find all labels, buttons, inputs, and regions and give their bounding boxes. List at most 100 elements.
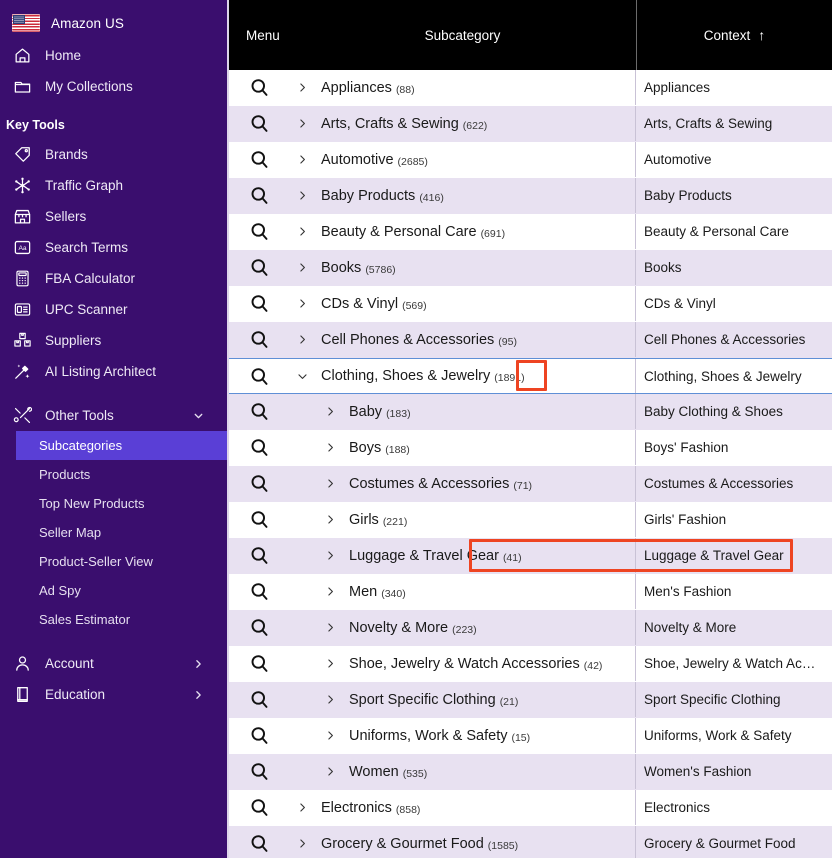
row-search-icon[interactable] <box>229 646 289 681</box>
row-search-icon[interactable] <box>229 538 289 573</box>
row-search-icon[interactable] <box>229 826 289 858</box>
chevron-right-icon[interactable] <box>317 765 343 778</box>
row-search-icon[interactable] <box>229 106 289 141</box>
sidebar-item-seller-map[interactable]: Seller Map <box>0 518 227 547</box>
sidebar-subitem-label: Seller Map <box>39 525 102 540</box>
row-search-icon[interactable] <box>229 574 289 609</box>
row-search-icon[interactable] <box>229 286 289 321</box>
table-row[interactable]: CDs & Vinyl (569) CDs & Vinyl <box>229 286 832 322</box>
row-search-icon[interactable] <box>229 610 289 645</box>
table-row[interactable]: Baby (183) Baby Clothing & Shoes <box>229 394 832 430</box>
table-row[interactable]: Appliances (88) Appliances <box>229 70 832 106</box>
table-row[interactable]: Men (340) Men's Fashion <box>229 574 832 610</box>
chevron-right-icon[interactable] <box>289 801 315 814</box>
chevron-right-icon[interactable] <box>192 657 205 670</box>
chevron-right-icon[interactable] <box>289 297 315 310</box>
table-row[interactable]: Grocery & Gourmet Food (1585) Grocery & Go… <box>229 826 832 858</box>
table-row[interactable]: Luggage & Travel Gear (41) Luggage & Trave… <box>229 538 832 574</box>
row-search-icon[interactable] <box>229 359 289 393</box>
column-header-menu[interactable]: Menu <box>229 0 289 70</box>
table-row[interactable]: Uniforms, Work & Safety (15) Uniforms, Wor… <box>229 718 832 754</box>
table-row[interactable]: Sport Specific Clothing (21) Sport Specifi… <box>229 682 832 718</box>
sidebar-item-suppliers[interactable]: Suppliers <box>0 325 227 356</box>
chevron-right-icon[interactable] <box>289 153 315 166</box>
chevron-right-icon[interactable] <box>317 477 343 490</box>
row-search-icon[interactable] <box>229 214 289 249</box>
chevron-right-icon[interactable] <box>289 117 315 130</box>
sidebar-item-sales-estimator[interactable]: Sales Estimator <box>0 605 227 634</box>
sidebar-item-product-seller-view[interactable]: Product-Seller View <box>0 547 227 576</box>
row-search-icon[interactable] <box>229 70 289 105</box>
context-cell: Baby Products <box>636 178 832 213</box>
brand-marketplace-selector[interactable]: Amazon US <box>0 6 227 40</box>
chevron-right-icon[interactable] <box>317 621 343 634</box>
table-row[interactable]: Cell Phones & Accessories (95) Cell Phones… <box>229 322 832 358</box>
column-header-subcategory[interactable]: Subcategory <box>289 0 636 70</box>
sidebar-group-education[interactable]: Education <box>0 679 227 710</box>
table-row[interactable]: Shoe, Jewelry & Watch Accessories (42) Sho… <box>229 646 832 682</box>
row-search-icon[interactable] <box>229 718 289 753</box>
table-row[interactable]: Women (535) Women's Fashion <box>229 754 832 790</box>
table-row[interactable]: Costumes & Accessories (71) Costumes & Acc… <box>229 466 832 502</box>
chevron-right-icon[interactable] <box>317 549 343 562</box>
row-search-icon[interactable] <box>229 466 289 501</box>
table-row[interactable]: Electronics (858) Electronics <box>229 790 832 826</box>
chevron-right-icon[interactable] <box>289 837 315 850</box>
row-search-icon[interactable] <box>229 754 289 789</box>
column-header-context[interactable]: Context ↑ <box>636 0 832 70</box>
sidebar-item-search-terms[interactable]: Aa Search Terms <box>0 232 227 263</box>
sidebar-item-brands[interactable]: Brands <box>0 139 227 170</box>
table-row[interactable]: Boys (188) Boys' Fashion <box>229 430 832 466</box>
subcategory-name: Girls (221) <box>349 511 408 528</box>
sidebar-group-account[interactable]: Account <box>0 648 227 679</box>
subcategory-count: (2685) <box>397 155 428 168</box>
us-flag-icon <box>12 14 40 32</box>
row-search-icon[interactable] <box>229 502 289 537</box>
row-search-icon[interactable] <box>229 394 289 429</box>
table-row[interactable]: Baby Products (416) Baby Products <box>229 178 832 214</box>
row-search-icon[interactable] <box>229 142 289 177</box>
chevron-right-icon[interactable] <box>317 405 343 418</box>
row-search-icon[interactable] <box>229 250 289 285</box>
sidebar-item-top-new-products[interactable]: Top New Products <box>0 489 227 518</box>
table-row[interactable]: Automotive (2685) Automotive <box>229 142 832 178</box>
sidebar-item-ad-spy[interactable]: Ad Spy <box>0 576 227 605</box>
sidebar-item-subcategories[interactable]: Subcategories <box>16 431 227 460</box>
sidebar-item-sellers[interactable]: Sellers <box>0 201 227 232</box>
chevron-right-icon[interactable] <box>289 333 315 346</box>
chevron-down-icon[interactable] <box>289 370 315 383</box>
sidebar-item-traffic-graph[interactable]: Traffic Graph <box>0 170 227 201</box>
sidebar-item-upc-scanner[interactable]: UPC Scanner <box>0 294 227 325</box>
chevron-right-icon[interactable] <box>317 585 343 598</box>
context-cell: Automotive <box>636 142 832 177</box>
chevron-right-icon[interactable] <box>317 693 343 706</box>
row-search-icon[interactable] <box>229 178 289 213</box>
row-search-icon[interactable] <box>229 430 289 465</box>
table-row[interactable]: Books (5786) Books <box>229 250 832 286</box>
row-search-icon[interactable] <box>229 682 289 717</box>
sidebar-group-other-tools[interactable]: Other Tools <box>0 400 227 431</box>
sidebar-item-fba-calculator[interactable]: FBA Calculator <box>0 263 227 294</box>
table-row[interactable]: Beauty & Personal Care (691) Beauty & Pers… <box>229 214 832 250</box>
sidebar-item-ai-listing-architect[interactable]: AI Listing Architect <box>0 356 227 387</box>
chevron-right-icon[interactable] <box>289 225 315 238</box>
chevron-right-icon[interactable] <box>317 441 343 454</box>
sidebar-item-products[interactable]: Products <box>0 460 227 489</box>
chevron-down-icon[interactable] <box>192 409 205 422</box>
table-row[interactable]: Clothing, Shoes & Jewelry (1891) Clothing,… <box>229 358 832 394</box>
row-search-icon[interactable] <box>229 790 289 825</box>
table-row[interactable]: Novelty & More (223) Novelty & More <box>229 610 832 646</box>
chevron-right-icon[interactable] <box>317 657 343 670</box>
row-search-icon[interactable] <box>229 322 289 357</box>
table-row[interactable]: Girls (221) Girls' Fashion <box>229 502 832 538</box>
subcategory-name: Women (535) <box>349 763 428 780</box>
chevron-right-icon[interactable] <box>317 513 343 526</box>
chevron-right-icon[interactable] <box>289 261 315 274</box>
sidebar-item-my-collections[interactable]: My Collections <box>0 71 227 102</box>
chevron-right-icon[interactable] <box>192 688 205 701</box>
chevron-right-icon[interactable] <box>317 729 343 742</box>
chevron-right-icon[interactable] <box>289 81 315 94</box>
table-row[interactable]: Arts, Crafts & Sewing (622) Arts, Crafts &… <box>229 106 832 142</box>
chevron-right-icon[interactable] <box>289 189 315 202</box>
sidebar-item-home[interactable]: Home <box>0 40 227 71</box>
